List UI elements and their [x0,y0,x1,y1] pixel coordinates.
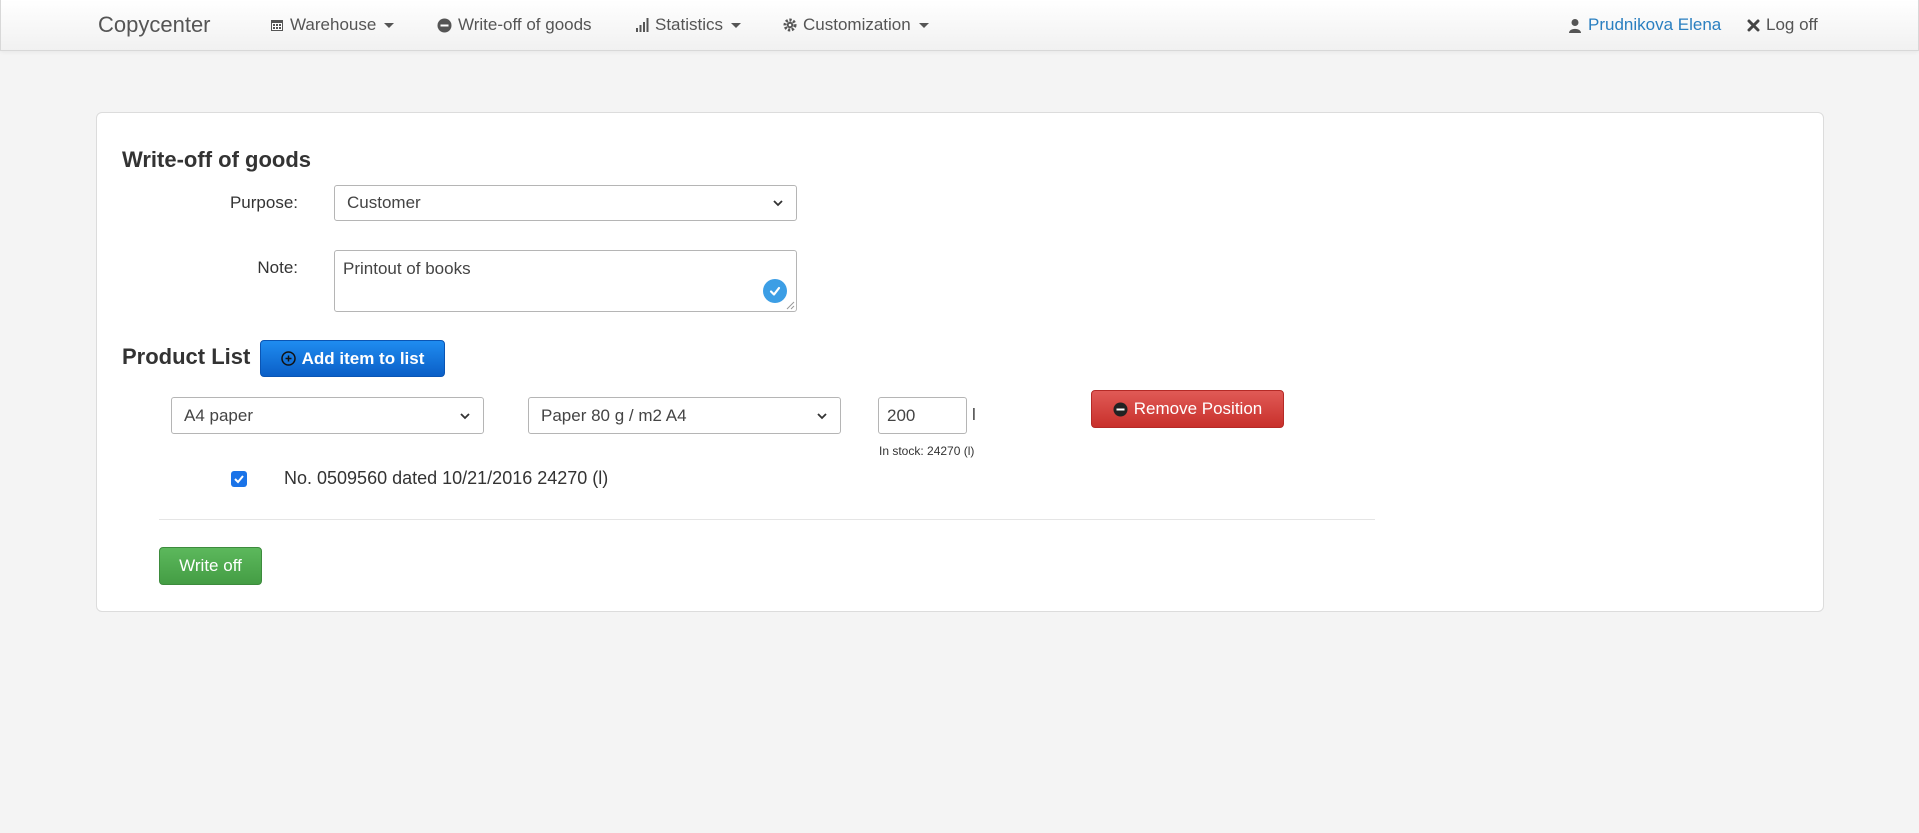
nav-warehouse-label: Warehouse [290,15,377,34]
chevron-down-icon [460,412,470,419]
note-textarea[interactable]: Printout of books [334,250,797,312]
logout-button[interactable]: Log off [1747,15,1818,35]
purpose-select[interactable]: Customer [334,185,797,221]
chevron-down-icon [731,22,742,28]
add-item-label: Add item to list [301,348,425,368]
unit-label: l [972,405,976,424]
nav-customization-label: Customization [803,15,911,34]
stock-info: In stock: 24270 (l) [879,444,975,458]
minus-circle-icon [1113,402,1128,416]
nav-write-off-label: Write-off of goods [458,15,592,34]
product-select-value: Paper 80 g / m2 A4 [541,405,687,425]
gear-icon [783,18,797,32]
page-title: Write-off of goods [122,147,311,172]
spellcheck-check-icon[interactable] [763,279,787,303]
logout-label: Log off [1766,15,1818,34]
nav-write-off[interactable]: Write-off of goods [437,15,592,35]
write-off-label: Write off [179,556,242,575]
brand-logo[interactable]: Copycenter [98,12,211,38]
close-icon [1747,19,1760,31]
user-name: Prudnikova Elena [1588,15,1722,34]
chevron-down-icon [918,22,929,28]
nav-warehouse[interactable]: Warehouse [270,15,395,35]
user-menu[interactable]: Prudnikova Elena [1568,15,1721,35]
category-select[interactable]: A4 paper [171,397,484,434]
add-item-button[interactable]: Add item to list [260,340,445,377]
nav-customization[interactable]: Customization [783,15,929,35]
plus-circle-icon [280,351,296,366]
nav-statistics-label: Statistics [655,15,724,34]
note-label: Note: [257,258,298,277]
chevron-down-icon [384,22,395,28]
batch-checkbox[interactable] [231,471,247,487]
chevron-down-icon [773,200,783,207]
resize-handle-icon[interactable] [786,301,795,310]
calendar-icon [271,20,283,31]
minus-circle-icon [437,18,452,32]
nav-statistics[interactable]: Statistics [635,15,742,35]
signal-icon [636,18,649,32]
quantity-input[interactable]: 200 [878,397,967,434]
remove-position-button[interactable]: Remove Position [1091,390,1284,428]
product-select[interactable]: Paper 80 g / m2 A4 [528,397,841,434]
write-off-button[interactable]: Write off [159,547,262,585]
top-navbar: Copycenter Warehouse Write-off of goods … [0,0,1919,51]
purpose-select-value: Customer [347,193,421,212]
product-list-title: Product List [122,344,251,369]
divider [159,519,1375,520]
user-icon [1569,18,1581,33]
batch-label: No. 0509560 dated 10/21/2016 24270 (l) [284,468,609,488]
chevron-down-icon [817,412,827,419]
purpose-label: Purpose: [229,193,298,212]
remove-position-label: Remove Position [1133,399,1263,418]
category-select-value: A4 paper [184,405,253,425]
